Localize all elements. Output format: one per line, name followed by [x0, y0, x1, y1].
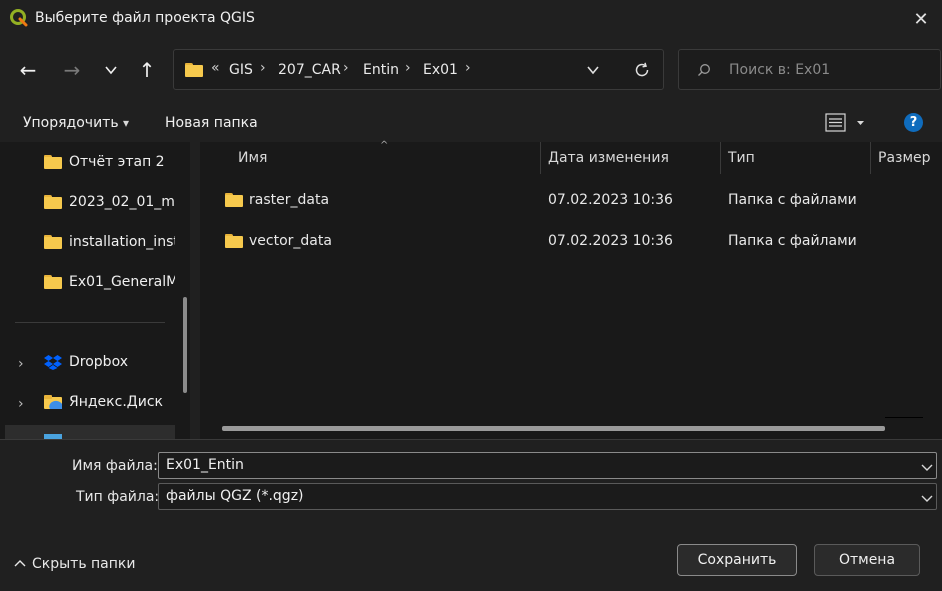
- sidebar-item-folder[interactable]: 2023_02_01_met: [44, 192, 175, 212]
- folder-icon: [44, 155, 62, 169]
- folder-icon: [225, 193, 243, 207]
- folder-icon: [44, 275, 62, 289]
- details-view-icon: [825, 113, 864, 132]
- breadcrumb-item[interactable]: Ex01: [423, 62, 458, 78]
- table-row[interactable]: raster_data 07.02.2023 10:36 Папка с фай…: [205, 186, 925, 216]
- sort-arrow-icon: ^: [380, 140, 389, 151]
- close-icon[interactable]: ✕: [906, 6, 936, 32]
- column-header-name[interactable]: Имя: [238, 150, 267, 166]
- sidebar-item-dropbox[interactable]: Dropbox: [44, 352, 175, 372]
- breadcrumb-separator: ›: [343, 60, 349, 76]
- column-header-size[interactable]: Размер: [878, 150, 931, 166]
- folder-icon: [185, 63, 203, 77]
- breadcrumb-separator: ›: [465, 60, 471, 76]
- filename-label: Имя файла:: [72, 458, 158, 474]
- column-divider[interactable]: [870, 142, 871, 174]
- hide-folders-toggle[interactable]: Скрыть папки: [14, 556, 135, 572]
- window-title: Выберите файл проекта QGIS: [35, 10, 255, 26]
- breadcrumb-item[interactable]: GIS: [229, 62, 253, 78]
- filetype-select[interactable]: файлы QGZ (*.qgz): [158, 483, 937, 510]
- new-folder-button[interactable]: Новая папка: [165, 115, 258, 131]
- address-bar[interactable]: « GIS › 207_CAR › Entin › Ex01 ›: [173, 49, 664, 90]
- breadcrumb-item[interactable]: 207_CAR: [278, 62, 341, 78]
- sidebar-item-yandex-disk[interactable]: Яндекс.Диск: [44, 392, 175, 412]
- breadcrumb-item[interactable]: Entin: [363, 62, 399, 78]
- organize-button[interactable]: Упорядочить ▾: [23, 115, 129, 131]
- up-button[interactable]: ↑: [133, 56, 161, 84]
- scrollbar-corner: [885, 417, 923, 418]
- sidebar-item-label: Dropbox: [69, 354, 128, 370]
- file-date: 07.02.2023 10:36: [548, 192, 673, 208]
- column-divider[interactable]: [720, 142, 721, 174]
- back-button[interactable]: ←: [14, 56, 42, 84]
- column-header-type[interactable]: Тип: [728, 150, 755, 166]
- organize-label: Упорядочить: [23, 115, 119, 131]
- horizontal-scrollbar-thumb[interactable]: [222, 426, 885, 431]
- filetype-value: файлы QGZ (*.qgz): [166, 488, 304, 504]
- column-divider[interactable]: [540, 142, 541, 174]
- filename-input[interactable]: Ex01_Entin: [166, 457, 244, 473]
- forward-button[interactable]: →: [58, 56, 86, 84]
- file-date: 07.02.2023 10:36: [548, 233, 673, 249]
- sidebar-item-selected-highlight[interactable]: [5, 425, 175, 439]
- breadcrumb-overflow[interactable]: «: [211, 60, 220, 76]
- hide-folders-label: Скрыть папки: [32, 556, 136, 572]
- search-box[interactable]: Поиск в: Ex01: [678, 49, 941, 90]
- file-name: raster_data: [249, 192, 330, 208]
- recent-locations-button[interactable]: [97, 56, 125, 84]
- chevron-down-icon: [105, 66, 117, 75]
- search-input[interactable]: Поиск в: Ex01: [729, 62, 830, 78]
- sidebar-item-label: installation_instr: [69, 234, 175, 250]
- save-button[interactable]: Сохранить: [677, 544, 797, 576]
- search-icon: [697, 63, 711, 81]
- refresh-icon[interactable]: [633, 61, 651, 83]
- file-name: vector_data: [249, 233, 332, 249]
- table-row[interactable]: vector_data 07.02.2023 10:36 Папка с фай…: [205, 227, 925, 257]
- filename-field[interactable]: Ex01_Entin: [158, 452, 937, 479]
- breadcrumb-separator: ›: [405, 60, 411, 76]
- help-icon[interactable]: ?: [904, 113, 923, 132]
- file-type: Папка с файлами: [728, 233, 857, 249]
- filetype-label: Тип файла:: [76, 489, 160, 505]
- expand-chevron-icon[interactable]: ›: [18, 356, 24, 372]
- sidebar-item-label: Отчёт этап 2: [69, 154, 165, 170]
- dropbox-icon: [44, 354, 62, 370]
- sidebar-item-label: Ex01_GeneralMa: [69, 274, 175, 290]
- view-options-button[interactable]: [825, 112, 869, 134]
- folder-icon: [44, 195, 62, 209]
- sidebar-item-label: Яндекс.Диск: [69, 394, 163, 410]
- folder-icon: [225, 234, 243, 248]
- yandex-disk-icon: [44, 394, 62, 410]
- sidebar-item-folder[interactable]: installation_instr: [44, 232, 175, 252]
- file-type: Папка с файлами: [728, 192, 857, 208]
- column-header-date[interactable]: Дата изменения: [548, 150, 669, 166]
- sidebar-divider: [15, 322, 165, 323]
- folder-icon: [44, 235, 62, 249]
- sidebar-item-folder[interactable]: Отчёт этап 2: [44, 152, 175, 172]
- sidebar-scrollbar-thumb[interactable]: [183, 297, 187, 393]
- address-history-chevron-icon[interactable]: [586, 64, 600, 80]
- chevron-up-icon: [14, 556, 26, 572]
- chevron-down-icon[interactable]: [921, 461, 933, 477]
- sidebar-item-folder[interactable]: Ex01_GeneralMa: [44, 272, 175, 292]
- chevron-down-icon[interactable]: [921, 492, 933, 508]
- qgis-logo-icon: [10, 9, 28, 27]
- breadcrumb-separator: ›: [260, 60, 266, 76]
- expand-chevron-icon[interactable]: ›: [18, 396, 24, 412]
- sidebar-item-label: 2023_02_01_met: [69, 194, 175, 210]
- caret-down-icon: ▾: [123, 116, 130, 130]
- cancel-button[interactable]: Отмена: [814, 544, 920, 576]
